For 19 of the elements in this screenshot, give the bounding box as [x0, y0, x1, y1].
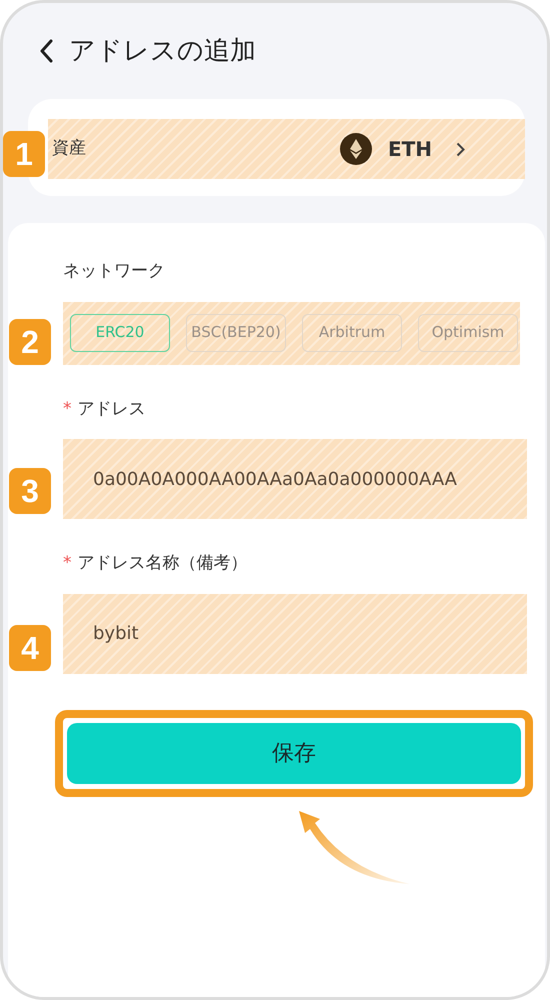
page-title: アドレスの追加 — [69, 34, 256, 68]
callout-badge: 3 — [9, 468, 51, 514]
input-field[interactable]: bybit — [63, 594, 527, 674]
required-mark: * — [63, 553, 72, 573]
asset-selector[interactable]: 資産 ETH — [48, 119, 525, 179]
callout-badge: 2 — [9, 319, 51, 365]
save-button[interactable]: 保存 — [67, 722, 521, 784]
back-icon[interactable] — [39, 39, 53, 63]
network-label: ネットワーク — [63, 260, 166, 283]
callout-badge: 4 — [9, 625, 51, 671]
field-label: アドレス — [78, 398, 146, 418]
field-label: アドレス名称（備考） — [78, 553, 248, 573]
chevron-right-icon — [456, 142, 465, 156]
required-mark: * — [63, 398, 72, 418]
asset-value: ETH — [388, 136, 432, 163]
callout-badge: 1 — [3, 131, 45, 177]
asset-label: 資産 — [52, 137, 87, 160]
input-field[interactable]: 0a00A0A000AA00AAa0Aa0a000000AAA — [63, 439, 527, 519]
ethereum-icon — [340, 133, 372, 165]
